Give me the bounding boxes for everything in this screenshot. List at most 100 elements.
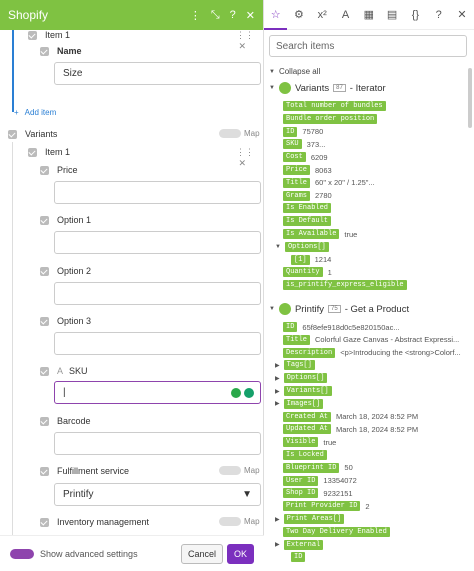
help-icon[interactable]: ? bbox=[427, 9, 450, 21]
item-key: Options[] bbox=[283, 373, 328, 384]
text-tab-icon[interactable]: A bbox=[334, 9, 357, 21]
item1-actions[interactable]: ⋮⋮ ✕ bbox=[236, 147, 264, 169]
item-row[interactable]: Title Colorful Gaze Canvas - Abstract Exp… bbox=[283, 334, 459, 345]
variants-module[interactable]: ▼ Variants 87- Iterator bbox=[269, 82, 386, 94]
item-row[interactable]: Is Enabled bbox=[283, 203, 336, 214]
item-row[interactable]: Quantity 1 bbox=[283, 267, 332, 278]
help-icon[interactable]: ? bbox=[230, 9, 236, 21]
expand-arrow-icon[interactable]: ▶ bbox=[275, 400, 280, 407]
option2-input[interactable] bbox=[54, 282, 261, 305]
settings-tab-icon[interactable]: ⚙ bbox=[287, 8, 310, 21]
item-row[interactable]: Description <p>Introducing the <strong>Co… bbox=[283, 347, 461, 358]
item-row[interactable]: Visible true bbox=[283, 437, 337, 448]
grammarly-icon[interactable] bbox=[244, 387, 254, 398]
item-row[interactable]: ID 75780 bbox=[283, 126, 323, 137]
map-toggle[interactable]: Map bbox=[219, 129, 260, 138]
collapse-all-button[interactable]: ▼ Collapse all bbox=[269, 67, 320, 76]
expand-arrow-icon[interactable]: ▶ bbox=[275, 388, 280, 395]
barcode-label-row: Barcode bbox=[40, 416, 91, 426]
item-row[interactable]: Shop ID 9232151 bbox=[283, 488, 353, 499]
item-key: SKU bbox=[283, 139, 302, 150]
item-row[interactable]: [1] 1214 bbox=[291, 254, 331, 265]
item-key: Two Day Delivery Enabled bbox=[283, 526, 390, 537]
item-row[interactable]: Two Day Delivery Enabled bbox=[283, 526, 395, 537]
option3-input[interactable] bbox=[54, 332, 261, 355]
price-input[interactable] bbox=[54, 181, 261, 204]
item-row[interactable]: ▶ Print Areas[] bbox=[275, 514, 349, 524]
item-row[interactable]: Bundle order position bbox=[283, 113, 382, 124]
item-key: [1] bbox=[291, 254, 310, 265]
close-icon[interactable]: ✕ bbox=[450, 8, 473, 21]
item-actions[interactable]: ⋮⋮ ✕ bbox=[236, 30, 264, 52]
drag-icon[interactable]: ⋮ bbox=[190, 9, 201, 22]
expand-arrow-icon[interactable]: ▶ bbox=[275, 362, 280, 369]
item-row[interactable]: Created At March 18, 2024 8:52 PM bbox=[283, 411, 419, 422]
expand-arrow-icon[interactable]: ▼ bbox=[275, 244, 281, 250]
item-row[interactable]: Print Provider ID 2 bbox=[283, 501, 370, 512]
fulfillment-select[interactable]: Printify ▼ bbox=[54, 483, 261, 506]
star-tab-icon[interactable]: ☆ bbox=[264, 0, 288, 30]
grammar-icon[interactable] bbox=[231, 387, 241, 398]
function-tabs: ☆ ⚙ x² A ▦ ▤ {} ? ✕ bbox=[264, 0, 474, 30]
item-row[interactable]: SKU 373... bbox=[283, 139, 325, 150]
sku-label: SKU bbox=[69, 366, 88, 376]
item-row[interactable]: Grams 2780 bbox=[283, 190, 332, 201]
item-value: 8063 bbox=[315, 165, 332, 175]
price-label: Price bbox=[57, 165, 78, 175]
table-tab-icon[interactable]: ▤ bbox=[380, 8, 403, 21]
item-row[interactable]: Total number of bundles bbox=[283, 101, 391, 111]
item-row[interactable]: Is Available true bbox=[283, 229, 357, 239]
item-value: March 18, 2024 8:52 PM bbox=[336, 412, 419, 422]
item-row[interactable]: Title 60" x 20" / 1.25"... bbox=[283, 177, 375, 188]
item-row[interactable]: ID bbox=[291, 552, 310, 563]
item-row[interactable]: User ID 13354072 bbox=[283, 475, 357, 486]
sku-input[interactable]: | bbox=[54, 381, 261, 404]
item-row[interactable]: Cost 6209 bbox=[283, 152, 328, 163]
item-key: Created At bbox=[283, 411, 332, 422]
item-row[interactable]: ▶ Tags[] bbox=[275, 360, 320, 371]
fulfillment-map-toggle[interactable]: Map bbox=[219, 466, 260, 475]
inventory-map-toggle[interactable]: Map bbox=[219, 517, 260, 526]
search-input[interactable]: Search items bbox=[269, 35, 467, 57]
item-row[interactable]: ▼ Options[] bbox=[275, 241, 334, 252]
option1-input[interactable] bbox=[54, 231, 261, 254]
item-row[interactable]: ▶ External bbox=[275, 539, 328, 550]
expand-arrow-icon[interactable]: ▶ bbox=[275, 375, 280, 382]
item-row[interactable]: is_printify_express_eligible bbox=[283, 280, 412, 291]
iterator-icon bbox=[278, 82, 291, 94]
item-row[interactable]: Price 8063 bbox=[283, 165, 332, 175]
ok-button[interactable]: OK bbox=[226, 543, 254, 564]
item-row[interactable]: ▶ Images[] bbox=[275, 398, 328, 409]
close-icon[interactable]: ✕ bbox=[246, 9, 255, 22]
form-scroll[interactable]: Item 1 ⋮⋮ ✕ Name Size + Add item Variants… bbox=[0, 30, 264, 535]
math-tab-icon[interactable]: x² bbox=[311, 9, 334, 21]
item-key: User ID bbox=[283, 475, 319, 486]
item-row[interactable]: Is Default bbox=[283, 216, 336, 227]
expand-arrow-icon[interactable]: ▶ bbox=[275, 541, 280, 548]
item-row[interactable]: ID 65f8efe918d0c5e820150ac... bbox=[283, 322, 400, 332]
expand-icon[interactable]: ⤡ bbox=[211, 9, 220, 22]
item-key: ID bbox=[291, 552, 306, 563]
add-item-button[interactable]: + Add item bbox=[14, 108, 56, 117]
variants-label: Variants bbox=[25, 129, 58, 139]
item-key: ID bbox=[283, 126, 298, 137]
barcode-input[interactable] bbox=[54, 432, 261, 455]
item-row[interactable]: Updated At March 18, 2024 8:52 PM bbox=[283, 424, 418, 435]
calendar-tab-icon[interactable]: ▦ bbox=[357, 8, 380, 21]
item-row[interactable]: Is Locked bbox=[283, 450, 332, 460]
module-sub: - Get a Product bbox=[344, 303, 410, 315]
scrollbar[interactable] bbox=[468, 68, 472, 128]
expand-arrow-icon[interactable]: ▶ bbox=[275, 516, 280, 523]
item-value: true bbox=[323, 437, 337, 447]
item-row[interactable]: ▶ Variants[] bbox=[275, 386, 337, 396]
item-row[interactable]: ▶ Options[] bbox=[275, 373, 332, 384]
braces-tab-icon[interactable]: {} bbox=[404, 9, 427, 21]
advanced-toggle[interactable] bbox=[10, 548, 34, 559]
name-input[interactable]: Size bbox=[54, 62, 261, 85]
sku-label-row: A SKU bbox=[40, 366, 88, 376]
cancel-button[interactable]: Cancel bbox=[180, 543, 223, 564]
printify-module[interactable]: ▼ Printify 75- Get a Product bbox=[269, 303, 409, 315]
item-row[interactable]: Blueprint ID 50 bbox=[283, 462, 353, 473]
fulfillment-label: Fulfillment service bbox=[57, 466, 130, 476]
item-key: Bundle order position bbox=[283, 113, 378, 124]
